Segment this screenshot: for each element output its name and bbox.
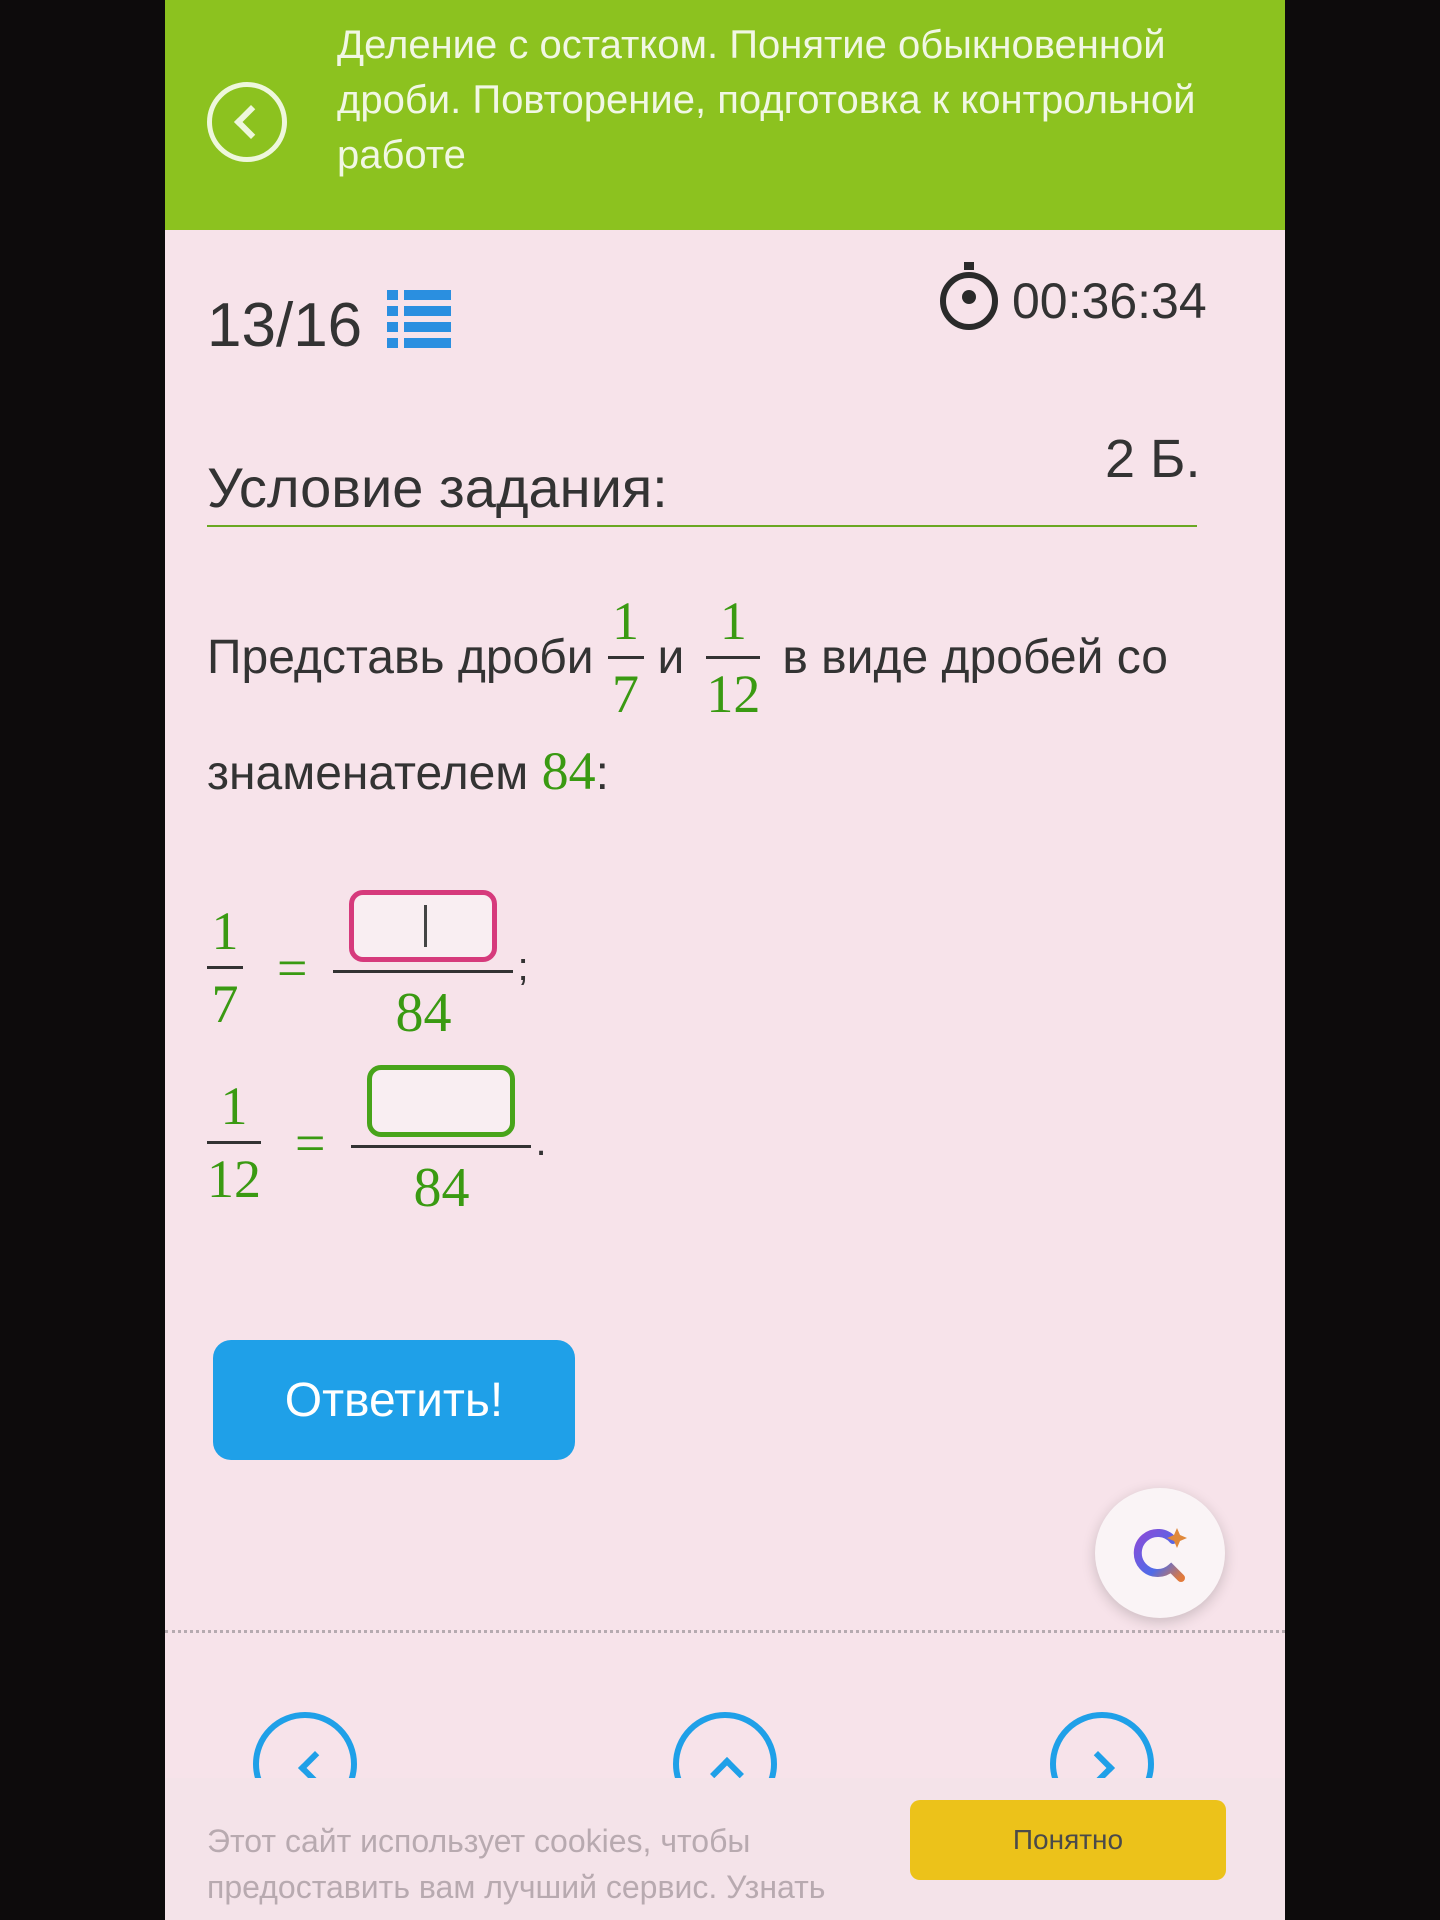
fraction-bar (333, 970, 514, 973)
task-colon: : (595, 747, 609, 800)
equation-lhs-fraction: 1 7 (207, 900, 243, 1035)
fraction-numerator: 1 (719, 591, 747, 651)
back-button[interactable] (207, 82, 287, 162)
fraction-numerator: 1 (211, 901, 239, 961)
fraction-bar (706, 656, 761, 659)
fraction-bar (607, 656, 644, 659)
cookie-accept-button[interactable]: Понятно (910, 1800, 1226, 1880)
numerator-input[interactable] (349, 890, 498, 962)
equals-sign: = (295, 1112, 326, 1173)
equation-row-1: 1 7 = 84 ; (207, 890, 529, 1045)
page-title: Деление с остатком. Понятие обыкновенной… (337, 23, 1196, 177)
fraction-denominator: 7 (612, 664, 640, 724)
task-text-line2: знаменателем 84: (207, 740, 609, 802)
header-bar: Деление с остатком. Понятие обыкновенной… (165, 0, 1285, 230)
assistant-button[interactable] (1095, 1488, 1225, 1618)
fraction-1-12: 1 12 (706, 590, 761, 725)
punctuation: . (535, 1120, 547, 1164)
back-icon (234, 105, 268, 139)
numerator-input[interactable] (367, 1065, 516, 1137)
task-text-and: и (657, 631, 685, 684)
fraction-bar (207, 1141, 261, 1144)
fraction-bar (351, 1145, 532, 1148)
cookie-text: Этот сайт использует cookies, чтобы пред… (207, 1823, 826, 1920)
screen: Деление с остатком. Понятие обыкновенной… (165, 0, 1285, 1920)
points-badge: 2 Б. (1105, 429, 1201, 489)
stopwatch-icon (940, 262, 998, 330)
timer: 00:36:34 (1012, 273, 1207, 329)
fraction-denominator: 84 (413, 1157, 470, 1219)
equation-lhs-fraction: 1 12 (207, 1075, 261, 1210)
fraction-denominator: 12 (706, 664, 761, 724)
equation-rhs-fraction: 84 (351, 1065, 532, 1220)
equation-rhs-fraction: 84 (333, 890, 514, 1045)
punctuation: ; (517, 945, 529, 989)
task-text: Представь дроби 1 7 и 1 12 в виде дробей… (207, 590, 1168, 725)
list-icon[interactable] (387, 290, 451, 348)
task-denominator-value: 84 (541, 741, 596, 801)
fraction-bar (207, 966, 243, 969)
divider (207, 525, 1197, 527)
assistant-icon (1133, 1528, 1187, 1582)
task-text-start: Представь дроби (207, 631, 594, 684)
cookie-banner: Этот сайт использует cookies, чтобы пред… (165, 1778, 1285, 1920)
fraction-denominator: 7 (211, 974, 239, 1034)
submit-button[interactable]: Ответить! (213, 1340, 575, 1460)
task-text-denominator-label: знаменателем (207, 747, 529, 800)
equation-row-2: 1 12 = 84 . (207, 1065, 547, 1220)
fraction-1-7: 1 7 (607, 590, 644, 725)
fraction-numerator: 1 (612, 591, 640, 651)
equals-sign: = (277, 937, 308, 998)
separator (165, 1630, 1285, 1633)
fraction-denominator: 84 (395, 982, 452, 1044)
task-heading: Условие задания: (207, 456, 668, 519)
task-text-end: в виде дробей со (782, 631, 1168, 684)
question-counter: 13/16 (207, 291, 363, 360)
fraction-denominator: 12 (207, 1149, 261, 1209)
fraction-numerator: 1 (220, 1076, 248, 1136)
